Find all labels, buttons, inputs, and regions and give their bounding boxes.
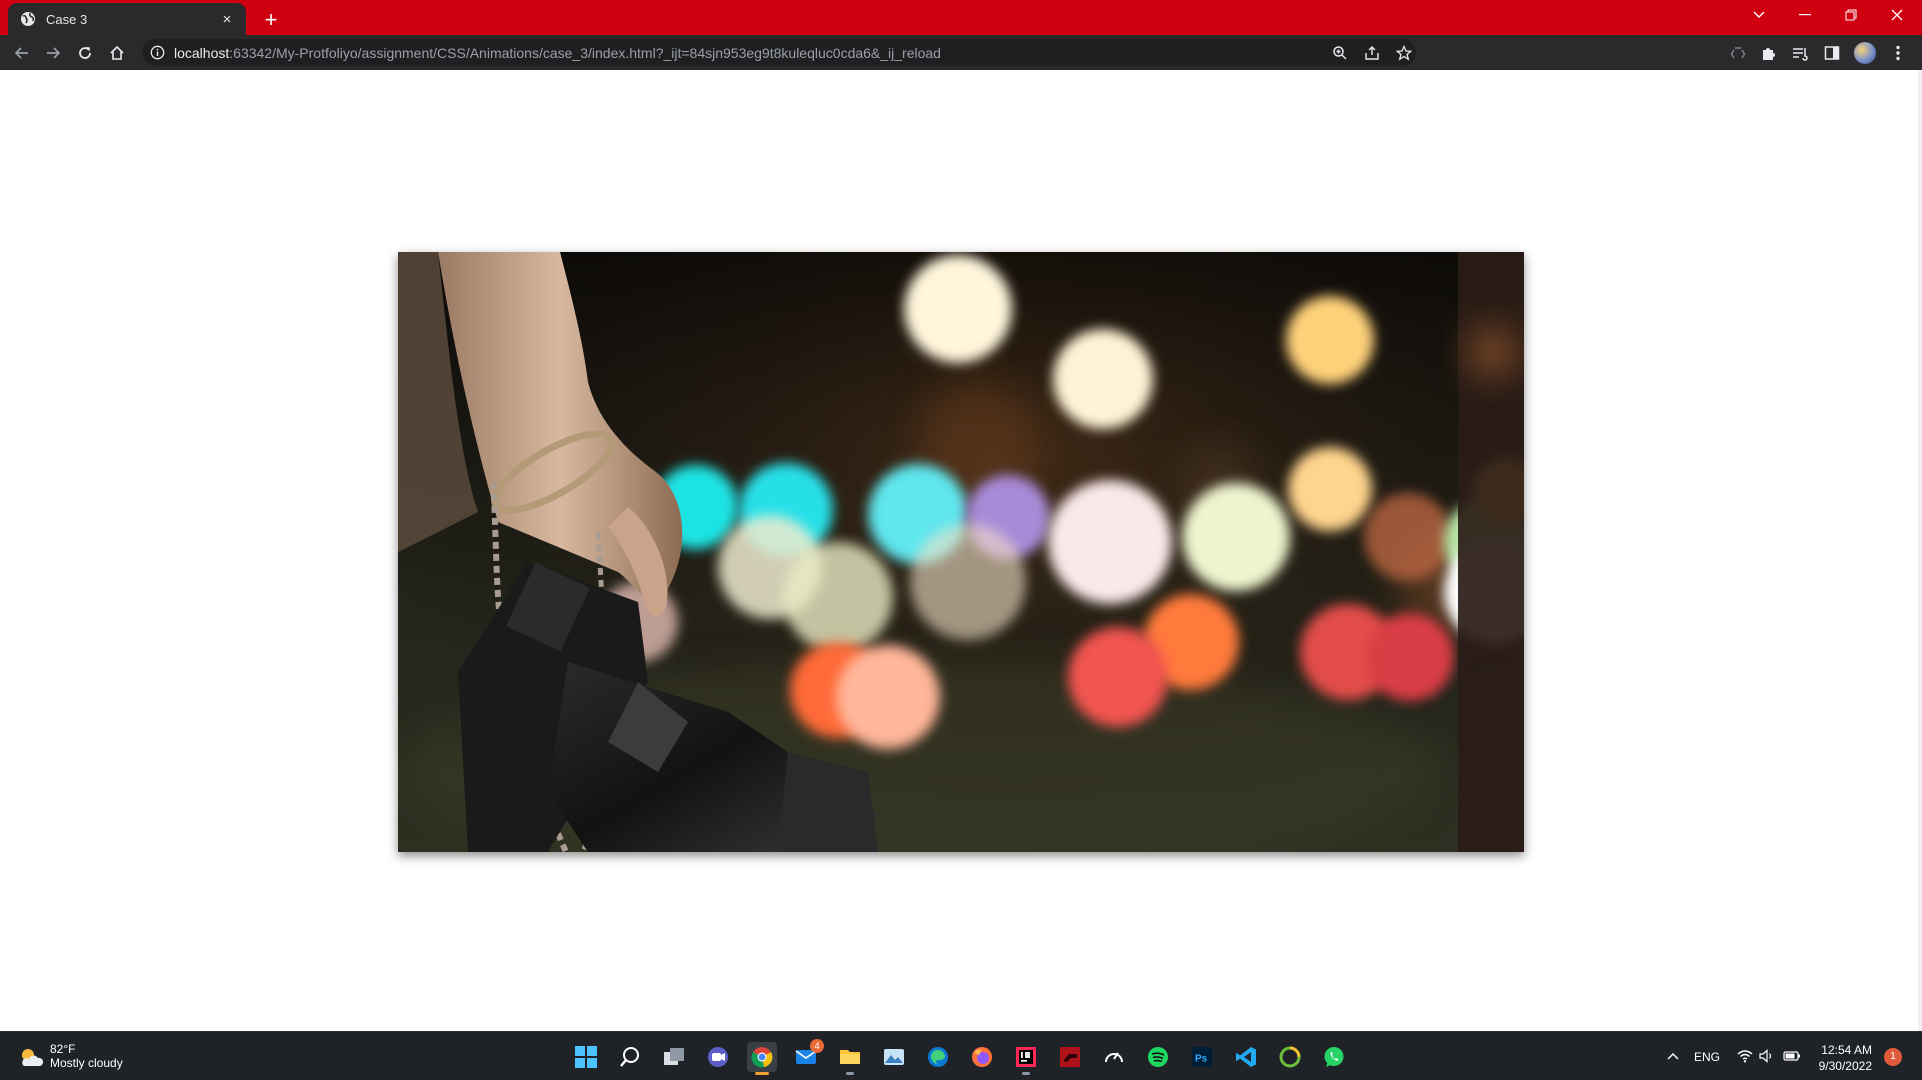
back-arrow-icon[interactable] bbox=[10, 41, 34, 65]
wifi-icon[interactable] bbox=[1735, 1046, 1755, 1066]
address-bar[interactable]: localhost:63342/My-Protfoliyo/assignment… bbox=[142, 39, 1416, 66]
tab-title: Case 3 bbox=[46, 11, 88, 27]
url-text: localhost:63342/My-Protfoliyo/assignment… bbox=[174, 45, 941, 61]
minimize-icon[interactable] bbox=[1782, 0, 1828, 30]
site-info-icon[interactable] bbox=[150, 45, 165, 60]
task-view-icon[interactable] bbox=[659, 1042, 689, 1072]
green-app-icon[interactable] bbox=[1275, 1042, 1305, 1072]
reload-icon[interactable] bbox=[73, 41, 97, 65]
tab-close-icon[interactable]: × bbox=[218, 10, 236, 28]
volume-icon[interactable] bbox=[1757, 1046, 1777, 1066]
tab-strip: Case 3 × + bbox=[0, 0, 1922, 35]
teams-chat-icon[interactable] bbox=[703, 1042, 733, 1072]
intellij-icon[interactable] bbox=[1011, 1042, 1041, 1075]
taskbar: 82°F Mostly cloudy 4 Ps ENG 12:54 AM 9/3… bbox=[0, 1031, 1922, 1080]
system-clock[interactable]: 12:54 AM 9/30/2022 bbox=[1812, 1042, 1872, 1074]
bookmark-star-icon[interactable] bbox=[1396, 45, 1412, 61]
running-indicator bbox=[1022, 1072, 1030, 1075]
clock-date: 9/30/2022 bbox=[1818, 1059, 1872, 1073]
url-path: :63342/My-Protfoliyo/assignment/CSS/Anim… bbox=[229, 45, 941, 61]
whatsapp-icon[interactable] bbox=[1319, 1042, 1349, 1072]
forward-arrow-icon[interactable] bbox=[41, 41, 65, 65]
bokeh-camera-image bbox=[398, 252, 1524, 852]
new-tab-button[interactable]: + bbox=[258, 7, 284, 33]
globe-icon bbox=[20, 11, 36, 27]
photos-icon[interactable] bbox=[879, 1042, 909, 1072]
reading-list-icon[interactable] bbox=[1790, 43, 1810, 63]
extensions-puzzle-icon[interactable] bbox=[1759, 43, 1779, 63]
home-icon[interactable] bbox=[105, 41, 129, 65]
weather-condition: Mostly cloudy bbox=[50, 1056, 123, 1070]
photoshop-icon[interactable]: Ps bbox=[1187, 1042, 1217, 1072]
profile-avatar[interactable] bbox=[1854, 42, 1876, 64]
side-panel-icon[interactable] bbox=[1822, 43, 1842, 63]
chrome-icon[interactable] bbox=[747, 1042, 777, 1075]
notification-badge[interactable]: 1 bbox=[1884, 1048, 1902, 1066]
mail-badge: 4 bbox=[810, 1039, 824, 1053]
cloudy-sun-icon bbox=[22, 1048, 44, 1066]
hero-photo bbox=[398, 252, 1524, 852]
page-viewport bbox=[0, 70, 1922, 1031]
vscode-icon[interactable] bbox=[1231, 1042, 1261, 1072]
browser-toolbar: localhost:63342/My-Protfoliyo/assignment… bbox=[0, 35, 1922, 70]
restore-icon[interactable] bbox=[1828, 0, 1874, 30]
browser-tab[interactable]: Case 3 × bbox=[8, 3, 246, 35]
search-icon[interactable] bbox=[615, 1042, 645, 1072]
language-indicator[interactable]: ENG bbox=[1694, 1050, 1720, 1064]
extension-recycle-icon[interactable] bbox=[1728, 43, 1748, 63]
svg-text:Ps: Ps bbox=[1195, 1054, 1208, 1065]
tab-search-icon[interactable] bbox=[1736, 0, 1782, 30]
running-indicator bbox=[846, 1072, 854, 1075]
weather-temperature: 82°F bbox=[50, 1042, 76, 1056]
url-host: localhost bbox=[174, 45, 230, 61]
spotify-icon[interactable] bbox=[1143, 1042, 1173, 1072]
firefox-icon[interactable] bbox=[967, 1042, 997, 1072]
share-icon[interactable] bbox=[1364, 45, 1380, 61]
zoom-icon[interactable] bbox=[1332, 45, 1348, 61]
scrollbar-track[interactable] bbox=[1918, 70, 1922, 1031]
speedtest-icon[interactable] bbox=[1099, 1042, 1129, 1072]
mail-icon[interactable]: 4 bbox=[791, 1039, 824, 1072]
screen: Case 3 × + localhost:63342/My-Protfoliyo… bbox=[0, 0, 1922, 1080]
start-windows-icon[interactable] bbox=[571, 1042, 601, 1072]
close-window-icon[interactable] bbox=[1874, 0, 1920, 30]
weather-widget[interactable]: 82°F Mostly cloudy bbox=[18, 1042, 123, 1071]
edge-icon[interactable] bbox=[923, 1042, 953, 1072]
clock-time: 12:54 AM bbox=[1821, 1043, 1872, 1057]
menu-kebab-icon[interactable] bbox=[1888, 43, 1908, 63]
active-indicator bbox=[755, 1072, 769, 1075]
battery-icon[interactable] bbox=[1782, 1046, 1802, 1066]
tinkercad-icon[interactable] bbox=[1055, 1042, 1085, 1072]
show-hidden-icons-chevron-icon[interactable] bbox=[1663, 1046, 1683, 1066]
file-explorer-icon[interactable] bbox=[835, 1042, 865, 1075]
